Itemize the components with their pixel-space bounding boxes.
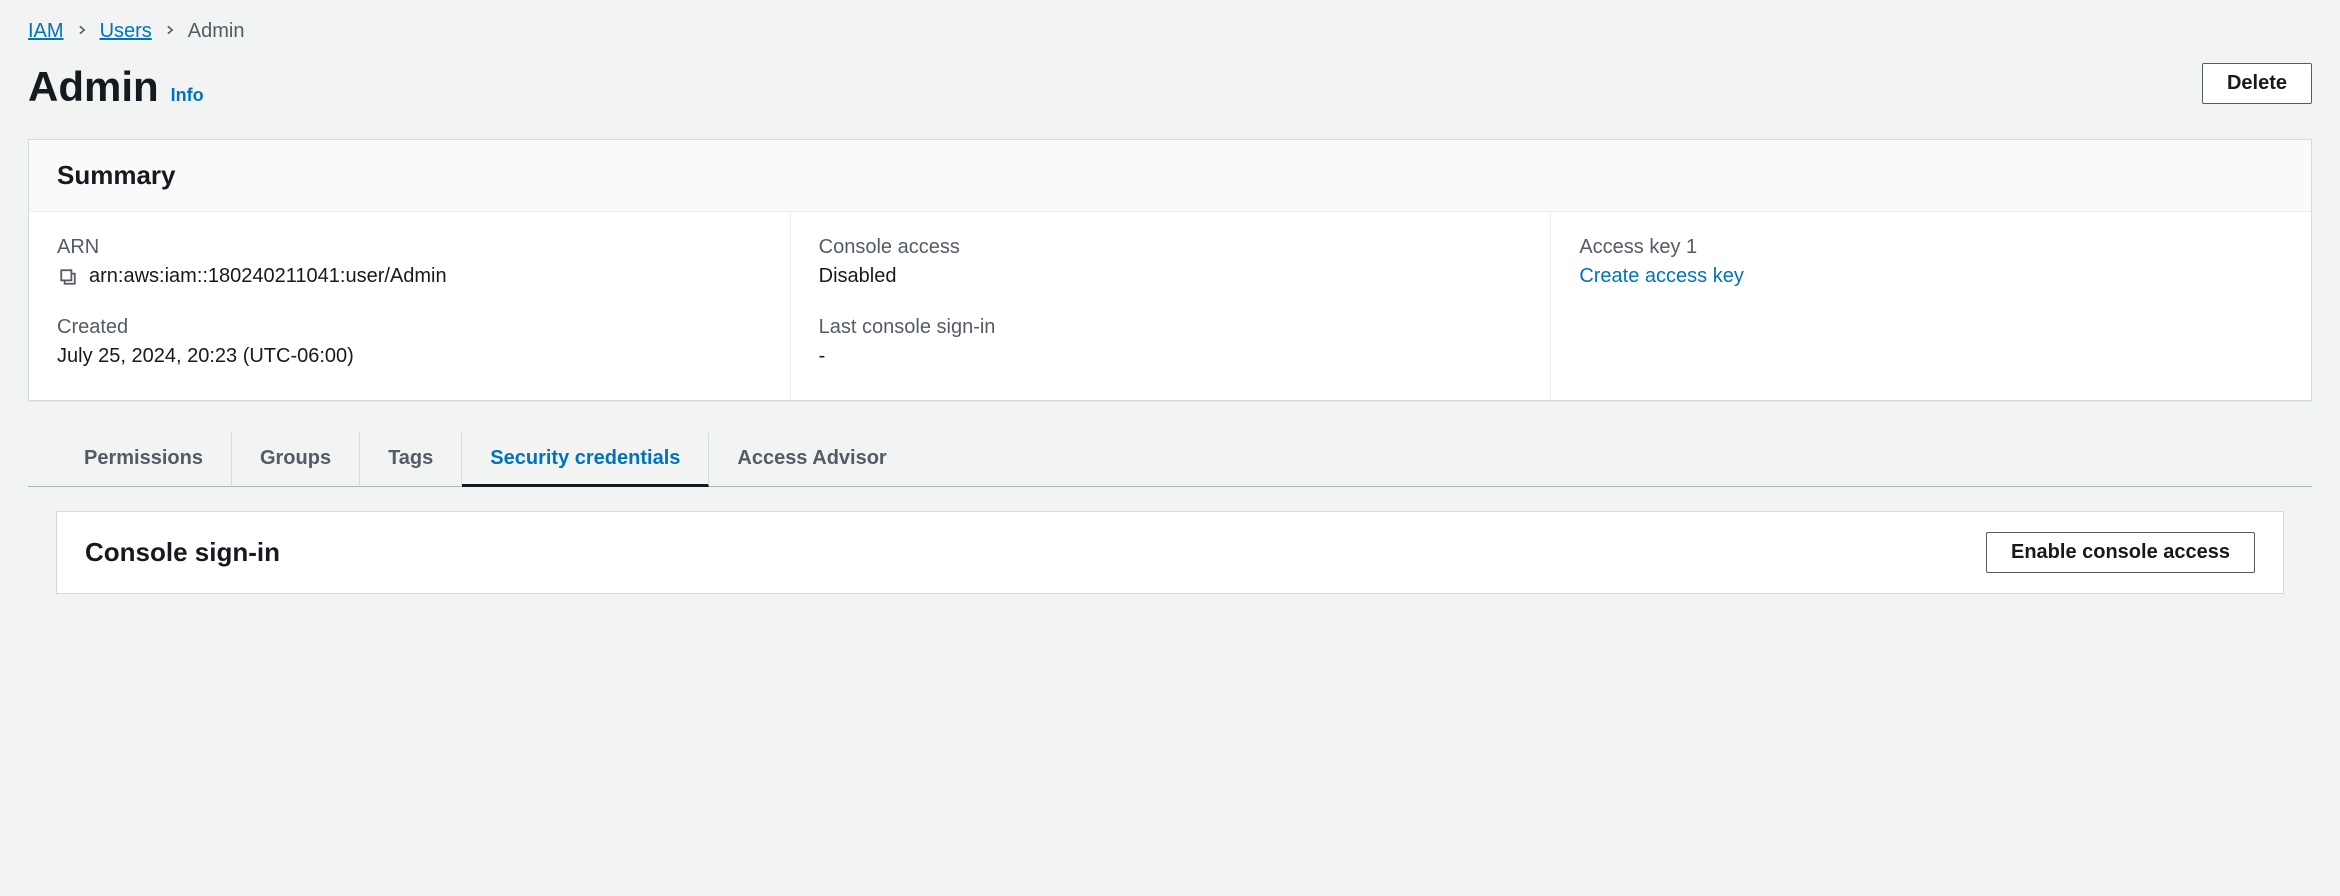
created-label: Created xyxy=(57,316,762,339)
tab-access-advisor[interactable]: Access Advisor xyxy=(709,433,914,487)
created-value: July 25, 2024, 20:23 (UTC-06:00) xyxy=(57,345,762,368)
breadcrumb-users[interactable]: Users xyxy=(100,20,152,43)
breadcrumb-iam[interactable]: IAM xyxy=(28,20,64,43)
console-access-label: Console access xyxy=(819,236,1523,259)
page-header: Admin Info Delete xyxy=(28,63,2312,111)
console-access-value: Disabled xyxy=(819,265,1523,288)
breadcrumb: IAM Users Admin xyxy=(28,20,2312,43)
arn-value: arn:aws:iam::180240211041:user/Admin xyxy=(89,265,447,288)
tab-permissions[interactable]: Permissions xyxy=(56,433,232,487)
arn-label: ARN xyxy=(57,236,762,259)
page-title: Admin xyxy=(28,63,159,111)
enable-console-access-button[interactable]: Enable console access xyxy=(1986,532,2255,573)
breadcrumb-current: Admin xyxy=(188,20,245,43)
create-access-key-link[interactable]: Create access key xyxy=(1579,265,1744,287)
last-signin-value: - xyxy=(819,345,1523,368)
tabs: Permissions Groups Tags Security credent… xyxy=(28,433,2312,487)
summary-title: Summary xyxy=(57,160,2283,191)
info-link[interactable]: Info xyxy=(171,85,204,106)
tab-security-credentials[interactable]: Security credentials xyxy=(462,433,709,487)
console-signin-section: Console sign-in Enable console access xyxy=(56,511,2284,594)
summary-col-3: Access key 1 Create access key xyxy=(1550,212,2311,400)
summary-col-2: Console access Disabled Last console sig… xyxy=(790,212,1551,400)
chevron-right-icon xyxy=(76,23,88,41)
last-signin-label: Last console sign-in xyxy=(819,316,1523,339)
copy-icon[interactable] xyxy=(57,266,79,288)
console-signin-title: Console sign-in xyxy=(85,537,280,568)
summary-col-1: ARN arn:aws:iam::180240211041:user/Admin… xyxy=(29,212,790,400)
tab-tags[interactable]: Tags xyxy=(360,433,462,487)
chevron-right-icon xyxy=(164,23,176,41)
delete-button[interactable]: Delete xyxy=(2202,63,2312,104)
summary-panel: Summary ARN arn:aws:iam::180240211041:us… xyxy=(28,139,2312,401)
access-key-label: Access key 1 xyxy=(1579,236,2283,259)
summary-header: Summary xyxy=(29,140,2311,212)
tab-groups[interactable]: Groups xyxy=(232,433,360,487)
